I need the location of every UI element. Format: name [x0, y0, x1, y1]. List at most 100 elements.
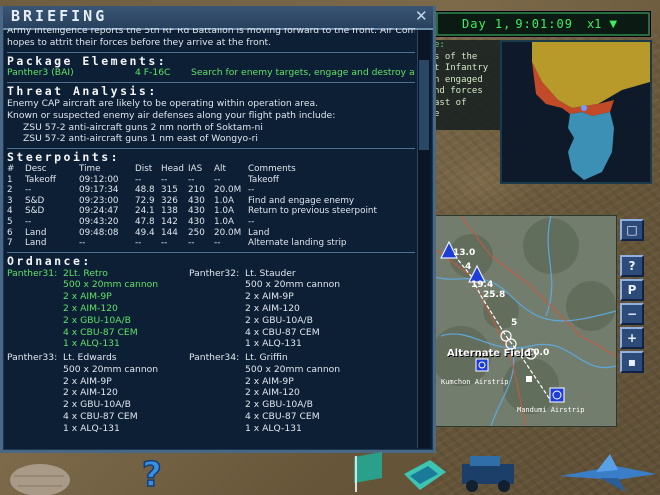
briefing-title-bar[interactable]: BRIEFING ✕ [3, 6, 433, 30]
side-line: nd forces [434, 86, 483, 96]
help-button[interactable]: ? [620, 255, 644, 277]
triangle-down-icon[interactable]: ▼ [609, 19, 617, 30]
ordnance-spacer [189, 338, 245, 350]
scrollbar-thumb[interactable] [419, 60, 429, 150]
question-mark-icon[interactable]: ? [136, 452, 168, 492]
package-flight: Panther3 (BAI) [7, 67, 74, 79]
column-header: Alt [214, 163, 226, 174]
airstrip-label: Mandumi Airstrip [517, 406, 585, 414]
side-line: e [434, 109, 440, 119]
ordnance-store: 4 x CBU-87 CEM [63, 326, 138, 338]
steerpoint-cell: 210 [188, 185, 205, 196]
steerpoint-row: 4 S&D 09:24:47 24.1 138 430 1.0A Return to prev… [7, 206, 381, 217]
pilot-name: Lt. Griffin [245, 352, 288, 364]
map-toggle-button[interactable]: ▪ [620, 351, 644, 373]
steerpoint-cell: 144 [161, 227, 178, 238]
ordnance-spacer [7, 387, 63, 399]
steerpoint-cell: 3 [7, 195, 13, 206]
steerpoint-cell: 5 [7, 216, 13, 227]
briefing-scrollbar[interactable] [417, 30, 430, 448]
ordnance-spacer [189, 315, 245, 327]
ordnance-store: 2 x AIM-120 [63, 387, 118, 399]
map-mode-button[interactable]: □ [620, 219, 644, 241]
column-header: Head [161, 163, 185, 174]
player-location-marker [581, 105, 587, 111]
time-compression[interactable]: x1 [587, 17, 601, 31]
ordnance-store: 2 x AIM-120 [245, 387, 300, 399]
clock-time: 9:01:09 [515, 17, 573, 31]
steerpoint-cell: -- [188, 238, 195, 249]
ordnance-spacer [7, 338, 63, 350]
map-button-column: □ ? P − + ▪ [620, 215, 644, 375]
intro-line: Army Intelligence reports the 5th RF Rd … [7, 28, 415, 36]
column-header: IAS [188, 163, 203, 174]
ordnance-store: 2 x GBU-10A/B [63, 399, 131, 411]
side-line: s of the [434, 51, 478, 62]
airstrip-label: Kumchon Airstrip [441, 378, 509, 386]
ordnance-store: 500 x 20mm cannon [63, 279, 159, 291]
zoom-out-button[interactable]: − [620, 303, 644, 325]
steerpoint-row: 5 -- 09:43:20 47.8 142 430 1.0A -- [7, 217, 381, 228]
tactical-map[interactable]: 13.0 4 19.4 25.8 5 20.0 Alternate Field … [430, 215, 617, 427]
steerpoint-cell: 24.1 [135, 206, 155, 217]
waypoint-label: 13.0 [453, 248, 476, 258]
close-icon[interactable]: ✕ [415, 7, 428, 25]
steerpoint-cell: 1.0A [214, 206, 235, 217]
steerpoint-cell: 09:48:08 [79, 227, 119, 238]
ordnance-store: 2 x GBU-10A/B [245, 314, 313, 326]
parachute-icon[interactable] [4, 450, 74, 495]
aircraft-icon[interactable] [556, 450, 660, 495]
pilot-callsign: Panther33: [7, 352, 58, 364]
side-line: n engaged [434, 74, 483, 85]
steerpoint-cell: 09:12:00 [79, 174, 119, 185]
package-button[interactable]: P [620, 279, 644, 301]
ordnance-store: 2 x AIM-9P [245, 375, 294, 387]
divider [7, 51, 415, 53]
waypoint-label: 19.4 [471, 280, 494, 290]
bottom-icon-tray: ? [0, 450, 660, 495]
ordnance-store: 4 x CBU-87 CEM [63, 411, 138, 423]
ordnance-spacer [7, 291, 63, 303]
ordnance-spacer [7, 423, 63, 435]
steerpoints-heading: Steerpoints: [7, 150, 121, 165]
pilot-callsign: Panther34: [189, 352, 240, 364]
ordnance-spacer [189, 376, 245, 388]
steerpoint-cell: 1.0A [214, 216, 235, 227]
steerpoint-cell: 6 [7, 227, 13, 238]
steerpoint-cell: Land [25, 238, 47, 249]
steerpoint-cell: 1.0A [214, 195, 235, 206]
square-icon: □ [626, 223, 638, 237]
ordnance-pair: Panther31: 2Lt. Retro Panther32: Lt. Staude… [7, 268, 415, 351]
svg-text:?: ? [142, 455, 162, 492]
steerpoint-cell: Takeoff [25, 174, 56, 185]
threat-line: Known or suspected enemy air defenses al… [7, 109, 336, 121]
ordnance-store: 2 x GBU-10A/B [245, 399, 313, 411]
map-flag-icon[interactable] [348, 452, 388, 494]
pilot-name: Lt. Edwards [63, 352, 117, 364]
ordnance-spacer [189, 423, 245, 435]
package-row: Panther3 (BAI) 4 F-16C Search for enemy ta… [7, 67, 415, 79]
steerpoints-table: # Desc Time Dist Head IAS Alt Comments 1… [7, 164, 381, 249]
column-header: Comments [248, 163, 296, 174]
zoom-in-button[interactable]: + [620, 327, 644, 349]
ordnance-store: 2 x AIM-120 [245, 302, 300, 314]
package-heading: Package Elements: [7, 53, 168, 68]
theater-minimap[interactable] [500, 40, 652, 184]
korea-map-graphic [502, 42, 650, 182]
divider [7, 148, 415, 150]
steerpoint-cell: 09:43:20 [79, 216, 119, 227]
ordnance-store: 2 x AIM-9P [63, 291, 112, 303]
steerpoint-cell: 20.0M [214, 227, 242, 238]
steerpoint-cell: 7 [7, 238, 13, 249]
ordnance-store: 2 x AIM-120 [63, 302, 118, 314]
steerpoint-cell: 72.9 [135, 195, 155, 206]
steerpoint-cell: 315 [161, 185, 178, 196]
ordnance-store: 500 x 20mm cannon [63, 363, 159, 375]
ordnance-store: 500 x 20mm cannon [245, 279, 341, 291]
steerpoint-cell: 09:23:00 [79, 195, 119, 206]
package-aircraft: 4 F-16C [135, 67, 171, 79]
map-icon[interactable] [400, 454, 448, 494]
steerpoint-cell: 326 [161, 195, 178, 206]
steerpoint-cell: -- [188, 174, 195, 185]
vehicle-icon[interactable] [458, 450, 520, 495]
